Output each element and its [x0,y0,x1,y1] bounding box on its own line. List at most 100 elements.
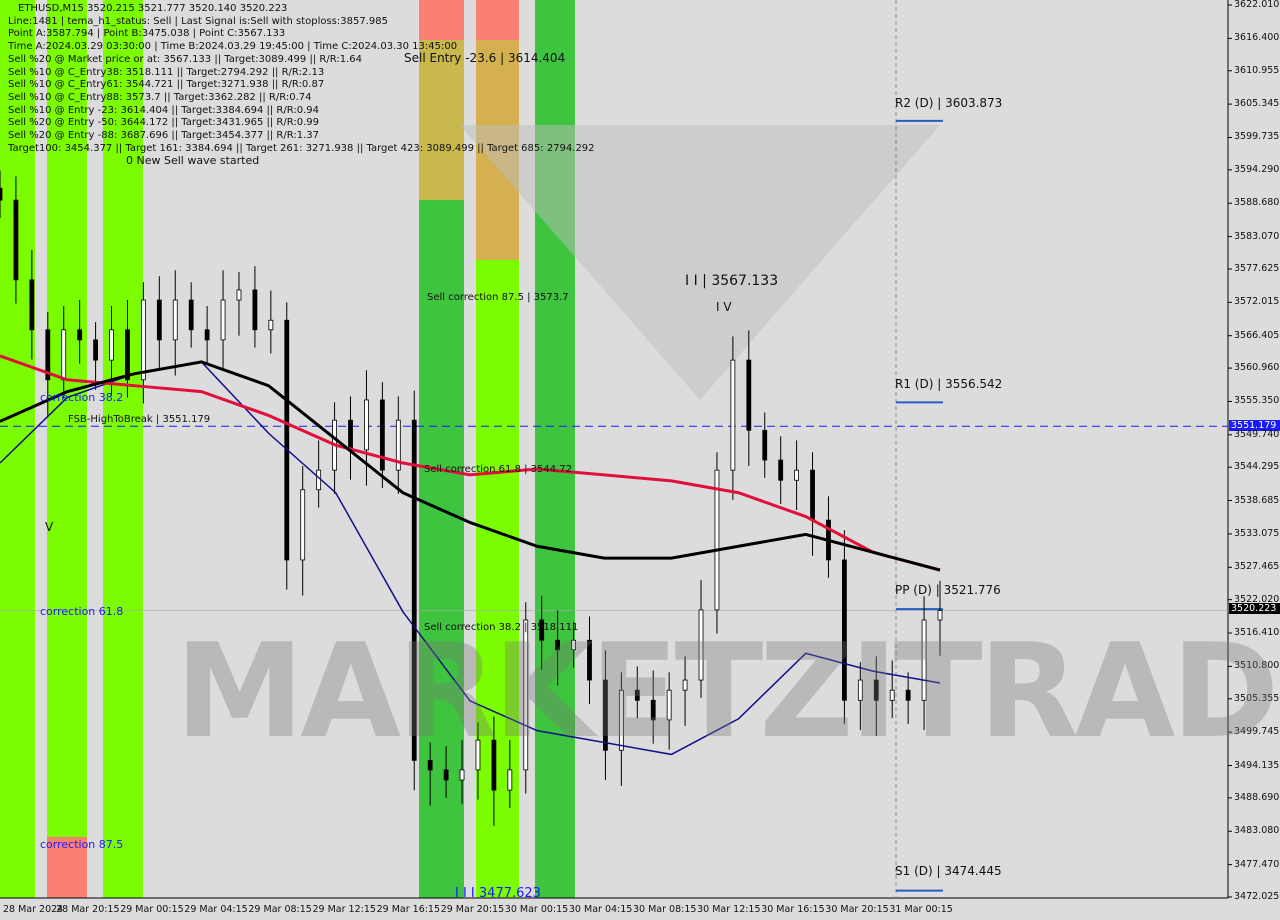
y-tick-label: 3616.400 [1234,32,1280,44]
candle [443,769,449,781]
point-b-label: I I I 3477.623 [455,886,541,901]
candle [379,399,385,471]
sell-entry-label: Sell Entry -23.6 | 3614.404 [404,51,566,65]
candle [284,319,290,561]
x-tick-label: 29 Mar 08:15 [248,904,312,915]
y-tick-label: 3599.735 [1234,131,1280,143]
y-tick-label: 3488.690 [1234,791,1280,803]
candle [252,289,258,331]
info-panel: ETHUSD,M15 3520.215 3521.777 3520.140 35… [8,3,595,168]
x-tick-label: 28 Mar 20:15 [56,904,120,915]
candle [794,469,800,481]
x-tick-label: 29 Mar 12:15 [312,904,376,915]
candle [364,399,369,451]
candle [93,339,98,361]
correction-875-label: correction 87.5 [40,838,124,851]
candle [0,187,3,201]
x-tick-label: 31 Mar 00:15 [889,904,953,915]
fsb-label: FSB-HighToBreak | 3551.179 [68,414,211,425]
candle [125,329,130,381]
info-line: Point A:3587.794 | Point B:3475.038 | Po… [8,28,286,40]
info-line: Sell %20 @ Entry -88: 3687.696 || Target… [8,130,320,142]
y-tick-label: 3555.350 [1234,395,1280,407]
v-mark: V [45,520,54,534]
point-c-label: I I | 3567.133 [685,273,779,289]
y-tick-label: 3549.740 [1234,428,1280,440]
y-tick-label: 3610.955 [1234,64,1280,76]
r2-label: R2 (D) | 3603.873 [895,96,1003,110]
candle [61,329,67,381]
y-tick-label: 3572.015 [1234,296,1280,308]
candle [507,769,513,791]
candle [172,299,178,341]
y-tick-label: 3538.685 [1234,494,1280,506]
sell-correction-382-label: Sell correction 38.2 | 3518.111 [424,622,579,633]
x-tick-label: 29 Mar 04:15 [184,904,248,915]
point-c-mark: I V [716,300,732,314]
correction-618-label: correction 61.8 [40,605,124,618]
x-tick-label: 30 Mar 12:15 [697,904,761,915]
y-tick-label: 3605.345 [1234,98,1280,110]
candle [746,359,752,431]
candle [29,279,35,331]
candle [730,359,736,471]
candle [156,299,162,341]
info-line: Sell %20 @ Entry -50: 3644.172 || Target… [8,117,320,129]
candle [348,419,353,451]
x-tick-label: 30 Mar 00:15 [504,904,569,915]
info-line: Target100: 3454.377 || Target 161: 3384.… [8,142,595,154]
wave-text: 0 New Sell wave started [126,154,260,168]
candle [13,199,19,281]
candle [140,299,146,381]
info-line: Sell %10 @ C_Entry61: 3544.721 || Target… [8,79,325,91]
pp-label: PP (D) | 3521.776 [895,583,1001,597]
candle [762,429,768,461]
info-line: Sell %10 @ Entry -23: 3614.404 || Target… [8,104,320,116]
y-tick-label: 3583.070 [1234,230,1280,242]
candle [300,489,306,561]
x-tick-label: 29 Mar 20:15 [440,904,505,915]
info-line: Line:1481 | tema_h1_status: Sell | Last … [8,15,388,27]
candle [220,299,226,341]
y-tick-label: 3544.295 [1234,461,1280,473]
y-tick-label: 3622.010 [1234,0,1280,10]
x-tick-label: 30 Mar 20:15 [825,904,889,915]
y-tick-label: 3533.075 [1234,527,1280,539]
sell-correction-875-label: Sell correction 87.5 | 3573.7 [427,292,569,303]
candle [316,469,322,491]
sell-correction-618-label: Sell correction 61.8 | 3544.72 [424,464,573,475]
x-tick-label: 30 Mar 16:15 [761,904,825,915]
candle [778,459,784,481]
info-line: Sell %10 @ C_Entry88: 3573.7 || Target:3… [8,91,312,103]
candle [714,469,720,611]
y-tick-label: 3483.080 [1234,825,1280,837]
info-line: Sell %10 @ C_Entry38: 3518.111 || Target… [8,66,325,78]
s1-label: S1 (D) | 3474.445 [895,864,1002,878]
y-tick-label: 3566.405 [1234,329,1280,341]
r1-label: R1 (D) | 3556.542 [895,377,1003,391]
x-tick-label: 30 Mar 04:15 [568,904,633,915]
candle [236,289,242,301]
y-tick-label: 3527.465 [1234,561,1280,573]
symbol-line: ETHUSD,M15 3520.215 3521.777 3520.140 35… [18,3,288,14]
candle [77,329,83,341]
y-tick-label: 3594.290 [1234,163,1280,175]
candle [204,329,210,341]
candle [459,769,465,781]
candle [109,329,114,361]
watermark: MARKETZITRADE [175,615,1280,767]
x-tick-label: 30 Mar 08:15 [633,904,697,915]
x-tick-label: 28 Mar 2024 [3,904,64,915]
correction-382-label: correction 38.2 [40,391,124,404]
y-tick-label: 3560.960 [1234,362,1280,374]
candle [810,469,815,521]
x-tick-label: 29 Mar 16:15 [376,904,441,915]
y-tick-label: 3588.680 [1234,197,1280,209]
y-tick-label: 3472.025 [1234,891,1280,902]
x-tick-label: 29 Mar 00:15 [120,904,184,915]
y-tick-label: 3577.625 [1234,262,1280,274]
candle [188,299,194,331]
candle [268,319,274,331]
y-tick-label: 3477.470 [1234,858,1280,870]
y-tick-label: 3522.020 [1234,593,1280,605]
